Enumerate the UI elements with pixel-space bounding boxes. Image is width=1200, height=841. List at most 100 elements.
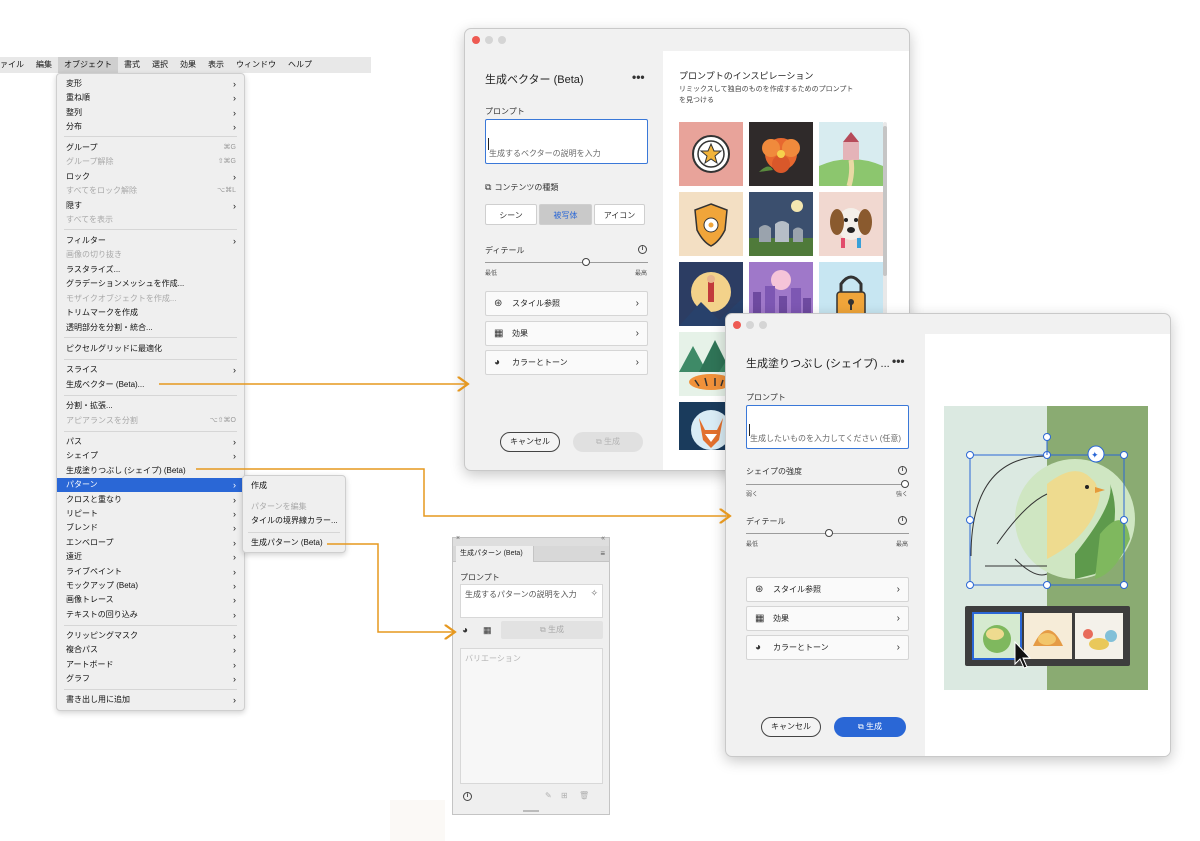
- menu-item-23[interactable]: シェイプ ›: [57, 449, 244, 463]
- detail-slider-knob[interactable]: [825, 529, 834, 537]
- more-options-button[interactable]: •••: [632, 70, 645, 84]
- menu-item-6[interactable]: ロック ›: [57, 170, 244, 184]
- menu-item-34[interactable]: テキストの回り込み ›: [57, 608, 244, 622]
- content-type-scene[interactable]: シーン: [485, 204, 537, 225]
- zoom-window-button[interactable]: [759, 321, 767, 329]
- menu-item-24[interactable]: 生成塗りつぶし (シェイプ) (Beta): [57, 464, 244, 478]
- prompt-input[interactable]: 生成するベクターの説明を入力: [485, 119, 648, 164]
- menu-item-4[interactable]: グループ ⌘G: [57, 141, 244, 155]
- add-swatch-icon[interactable]: ⊞: [561, 791, 568, 800]
- effects-icon[interactable]: ▦: [483, 625, 492, 636]
- menu-item-25[interactable]: パターン ›: [57, 478, 244, 492]
- inspiration-thumb-graveyard[interactable]: [749, 192, 813, 256]
- info-icon[interactable]: i: [638, 245, 647, 254]
- minimize-window-button[interactable]: [746, 321, 754, 329]
- chevron-right-icon: ›: [896, 613, 900, 624]
- menu-item-18[interactable]: スライス ›: [57, 363, 244, 377]
- menu-item-32[interactable]: モックアップ (Beta) ›: [57, 579, 244, 593]
- effects-row[interactable]: ▦ 効果 ›: [485, 321, 648, 346]
- menu-item-26[interactable]: クロスと重なり ›: [57, 493, 244, 507]
- menu-item-27[interactable]: リピート ›: [57, 507, 244, 521]
- menu-window[interactable]: ウィンドウ: [230, 57, 282, 73]
- menu-item-31[interactable]: ライブペイント ›: [57, 565, 244, 579]
- content-type-icon[interactable]: アイコン: [594, 204, 645, 225]
- inspiration-thumb-hibiscus[interactable]: [749, 122, 813, 186]
- menu-item-15[interactable]: トリムマークを作成: [57, 306, 244, 320]
- prompt-input[interactable]: 生成したいものを入力してください (任意): [746, 405, 909, 449]
- menu-item-17[interactable]: ピクセルグリッドに最適化: [57, 342, 244, 356]
- lightbulb-icon[interactable]: ✧: [590, 588, 598, 599]
- menu-file[interactable]: ァイル: [0, 57, 30, 73]
- info-icon[interactable]: i: [463, 792, 472, 801]
- detail-slider-track[interactable]: [485, 262, 648, 263]
- cancel-button[interactable]: キャンセル: [500, 432, 560, 452]
- menu-item-36[interactable]: 複合パス ›: [57, 643, 244, 657]
- inspiration-thumb-badge[interactable]: [679, 122, 743, 186]
- menu-item-33[interactable]: 画像トレース ›: [57, 593, 244, 607]
- panel-resize-grip[interactable]: [523, 810, 539, 812]
- detail-slider-knob[interactable]: [582, 258, 591, 266]
- menu-item-3[interactable]: 分布 ›: [57, 120, 244, 134]
- menu-item-8[interactable]: 隠す ›: [57, 199, 244, 213]
- menu-item-37[interactable]: アートボード ›: [57, 658, 244, 672]
- submenu-item-generative-pattern[interactable]: 生成パターン (Beta): [243, 536, 345, 550]
- menu-item-1[interactable]: 重ね順 ›: [57, 91, 244, 105]
- menu-edit[interactable]: 編集: [30, 57, 58, 73]
- prompt-input[interactable]: 生成するパターンの説明を入力 ✧: [460, 584, 603, 618]
- menu-object[interactable]: オブジェクト: [58, 57, 118, 73]
- menu-item-13[interactable]: グラデーションメッシュを作成...: [57, 277, 244, 291]
- color-tone-row[interactable]: ◕ カラーとトーン ›: [746, 635, 909, 660]
- generate-button[interactable]: ⧉ 生成: [573, 432, 643, 452]
- generate-button[interactable]: ⧉ 生成: [834, 717, 906, 737]
- panel-drag-bar[interactable]: × «: [453, 535, 609, 546]
- submenu-item-tile-edge-color[interactable]: タイルの境界線カラー...: [243, 514, 345, 528]
- menu-item-10[interactable]: フィルター ›: [57, 234, 244, 248]
- menu-item-29[interactable]: エンベロープ ›: [57, 536, 244, 550]
- menu-item-35[interactable]: クリッピングマスク ›: [57, 629, 244, 643]
- menu-item-16[interactable]: 透明部分を分割・統合...: [57, 321, 244, 335]
- inspiration-thumb-dog[interactable]: [819, 192, 883, 256]
- color-tone-row[interactable]: ◕ カラーとトーン ›: [485, 350, 648, 375]
- tab-generative-pattern[interactable]: 生成パターン (Beta): [456, 546, 534, 562]
- inspiration-thumb-castle[interactable]: [819, 122, 883, 186]
- shape-strength-track[interactable]: [746, 484, 905, 485]
- menu-item-20[interactable]: 分割・拡張...: [57, 399, 244, 413]
- effects-row[interactable]: ▦ 効果 ›: [746, 606, 909, 631]
- zoom-window-button[interactable]: [498, 36, 506, 44]
- inspiration-scrollbar-thumb[interactable]: [883, 126, 887, 276]
- collapse-icon[interactable]: «: [601, 535, 605, 542]
- style-reference-row[interactable]: ⊛ スタイル参照 ›: [746, 577, 909, 602]
- submenu-item-create[interactable]: 作成: [243, 479, 345, 493]
- info-icon[interactable]: i: [898, 466, 907, 475]
- content-type-subject[interactable]: 被写体: [539, 204, 592, 225]
- close-window-button[interactable]: [472, 36, 480, 44]
- palette-icon[interactable]: ◕: [462, 625, 468, 636]
- inspiration-thumb-shield[interactable]: [679, 192, 743, 256]
- menu-item-0[interactable]: 変形 ›: [57, 77, 244, 91]
- more-options-button[interactable]: •••: [892, 354, 905, 368]
- menu-item-22[interactable]: パス ›: [57, 435, 244, 449]
- close-window-button[interactable]: [733, 321, 741, 329]
- style-reference-row[interactable]: ⊛ スタイル参照 ›: [485, 291, 648, 316]
- menu-item-28[interactable]: ブレンド ›: [57, 521, 244, 535]
- menu-item-38[interactable]: グラフ ›: [57, 672, 244, 686]
- menu-item-12[interactable]: ラスタライズ...: [57, 263, 244, 277]
- menu-view[interactable]: 表示: [202, 57, 230, 73]
- menu-item-19[interactable]: 生成ベクター (Beta)...: [57, 378, 244, 392]
- menu-item-30[interactable]: 遠近 ›: [57, 550, 244, 564]
- menu-item-2[interactable]: 整列 ›: [57, 106, 244, 120]
- menu-select[interactable]: 選択: [146, 57, 174, 73]
- shape-strength-knob[interactable]: [901, 480, 909, 488]
- trash-icon[interactable]: 🗑: [579, 791, 589, 800]
- cancel-button[interactable]: キャンセル: [761, 717, 821, 737]
- generate-button[interactable]: ⧉ 生成: [501, 621, 603, 639]
- menu-effect[interactable]: 効果: [174, 57, 202, 73]
- pencil-icon[interactable]: ✎: [545, 791, 552, 800]
- panel-menu-icon[interactable]: ≡: [600, 549, 605, 558]
- close-icon[interactable]: ×: [456, 535, 460, 542]
- menu-item-39[interactable]: 書き出し用に追加 ›: [57, 693, 244, 707]
- menu-type[interactable]: 書式: [118, 57, 146, 73]
- info-icon[interactable]: i: [898, 516, 907, 525]
- menu-help[interactable]: ヘルプ: [282, 57, 318, 73]
- minimize-window-button[interactable]: [485, 36, 493, 44]
